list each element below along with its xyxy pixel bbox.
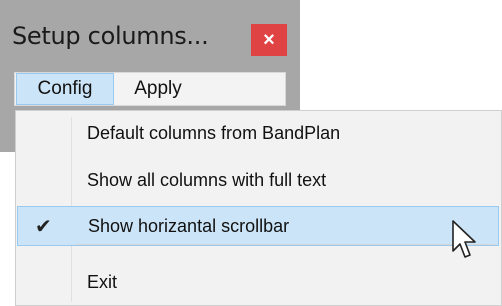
menu-divider — [75, 244, 495, 245]
menu-config[interactable]: Config — [16, 73, 114, 105]
menu-item-exit[interactable]: Exit — [17, 262, 499, 302]
close-button[interactable]: × — [251, 24, 287, 56]
menu-item-show-all-columns[interactable]: Show all columns with full text — [17, 160, 499, 200]
menu-item-label: Show all columns with full text — [87, 169, 327, 190]
close-icon: × — [263, 29, 275, 51]
menu-item-label: Show horizantal scrollbar — [88, 215, 290, 236]
menu-item-show-horizontal-scrollbar[interactable]: ✔ Show horizantal scrollbar — [17, 206, 499, 246]
menu-item-default-columns[interactable]: Default columns from BandPlan — [17, 113, 499, 153]
arrow-cursor-icon — [452, 220, 476, 258]
menu-apply[interactable]: Apply — [118, 73, 198, 105]
window-title: Setup columns... — [12, 22, 209, 50]
check-icon: ✔ — [35, 215, 52, 238]
menu-item-label: Exit — [87, 271, 118, 292]
menu-item-label: Default columns from BandPlan — [87, 122, 341, 143]
